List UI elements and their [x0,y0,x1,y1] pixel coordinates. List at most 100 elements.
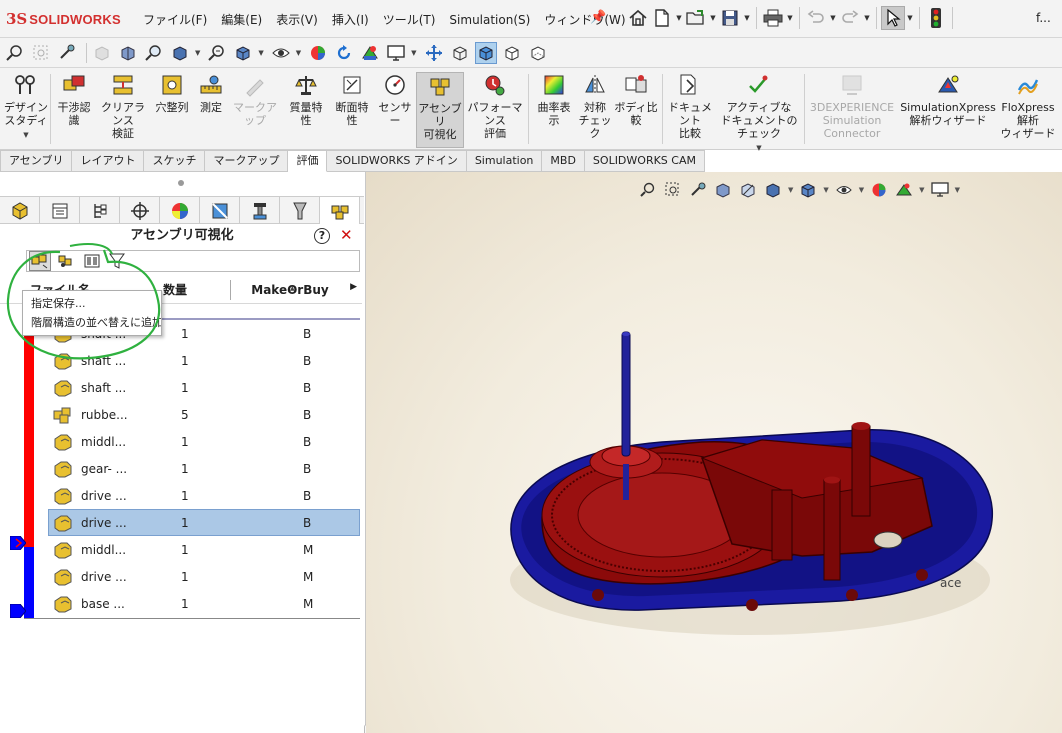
view-settings-icon[interactable] [385,42,407,64]
performance-evaluation-button[interactable]: パフォーマンス 評価 [466,72,524,148]
table-row[interactable]: middl... 1 B [48,428,360,455]
tab-evaluate[interactable]: 評価 [288,150,328,172]
nested-view-icon[interactable] [55,251,77,271]
close-icon[interactable]: ✕ [340,226,353,244]
move-icon[interactable] [423,42,445,64]
3dexperience-simulation-connector-button[interactable]: 3DEXPERIENCE Simulation Connector [806,72,898,148]
sensor-button[interactable]: センサー [376,72,414,148]
dynamic-annotation-icon[interactable] [738,180,758,200]
zoom-area-icon[interactable] [663,180,683,200]
mass-properties-button[interactable]: 質量特 性 [284,72,328,148]
graphics-area[interactable]: ▼ ▼ ▼ ▼ ▼ ace [366,172,1062,733]
parts-only-icon[interactable] [81,251,103,271]
rotate-view-icon[interactable] [333,42,355,64]
display-manager-icon[interactable] [160,197,200,224]
redo-icon[interactable] [838,6,862,30]
interference-detection-button[interactable]: 干渉認 識 [54,72,94,148]
simulationxpress-button[interactable]: SimulationXpress 解析ウィザード [900,72,996,148]
assembly-visualization-tab-icon[interactable] [320,197,360,224]
chevron-down-icon[interactable]: ▼ [905,14,915,22]
featuremanager-tree-icon[interactable] [0,197,40,224]
zoom-selection-icon[interactable] [143,42,165,64]
symmetry-check-button[interactable]: 対称 チェック [576,72,614,148]
scale-slider-handle-upper[interactable] [10,536,26,550]
chevron-down-icon[interactable]: ▼ [411,49,416,57]
gearbox-3d-model[interactable] [502,330,1002,650]
design-study-button[interactable]: デザイン スタディ ▼ [4,72,48,148]
menu-edit[interactable]: 編集(E) [214,11,269,29]
hide-show-icon[interactable] [834,180,854,200]
scene-icon[interactable] [894,180,914,200]
home-icon[interactable] [626,6,650,30]
print-icon[interactable] [761,6,785,30]
appearance-icon[interactable] [307,42,329,64]
new-document-icon[interactable] [650,6,674,30]
table-row-selected[interactable]: drive ... 1 B [48,509,360,536]
zoom-area-icon[interactable] [30,42,52,64]
wireframe-icon[interactable] [449,42,471,64]
table-row[interactable]: shaft ... 1 B [48,347,360,374]
check-active-document-button[interactable]: アクティブな ドキュメントのチェック ▼ [716,72,802,152]
display-style-icon[interactable] [798,180,818,200]
panel-grip[interactable] [178,180,184,186]
chevron-down-icon[interactable]: ▼ [674,14,684,22]
clearance-verification-button[interactable]: クリアランス 検証 [98,72,148,148]
property-manager-icon[interactable] [40,197,80,224]
open-folder-icon[interactable] [684,6,708,30]
hole-alignment-button[interactable]: 穴整列 [152,72,192,148]
shaded-icon[interactable] [474,41,497,64]
tab-mbd[interactable]: MBD [542,150,585,172]
zoom-in-out-icon[interactable] [206,42,228,64]
display-style-icon[interactable] [232,42,254,64]
chevron-down-icon[interactable]: ▼ [23,129,28,142]
compare-documents-button[interactable]: ドキュメント 比較 [666,72,714,148]
floxpress-button[interactable]: FloXpress 解析 ウィザード [998,72,1058,148]
chevron-down-icon[interactable]: ▼ [756,142,761,155]
chevron-down-icon[interactable]: ▼ [823,186,828,194]
context-menu-add-to-reorder[interactable]: 階層構造の並べ替えに追加 [23,313,161,332]
tab-simulation[interactable]: Simulation [466,150,543,172]
body-compare-button[interactable]: ボディ比 較 [614,72,658,148]
previous-view-icon[interactable] [56,42,78,64]
traffic-light-icon[interactable] [924,6,948,30]
hidden-lines-icon[interactable] [501,42,523,64]
table-row[interactable]: rubbe... 5 B [48,401,360,428]
menu-tools[interactable]: ツール(T) [376,11,443,29]
cam-feature-tree-icon[interactable] [200,197,240,224]
chevron-down-icon[interactable]: ▼ [859,186,864,194]
zoom-to-fit-icon[interactable] [4,42,26,64]
menu-window[interactable]: ウィンドウ(W) [537,11,632,29]
table-row[interactable]: middl... 1 M [48,536,360,563]
tab-solidworks-cam[interactable]: SOLIDWORKS CAM [584,150,705,172]
menu-file[interactable]: ファイル(F) [136,11,214,29]
previous-view-icon[interactable] [688,180,708,200]
cam-operation-tree-icon[interactable] [240,197,280,224]
chevron-down-icon[interactable]: ▼ [258,49,263,57]
tab-layout[interactable]: レイアウト [72,150,145,172]
zoom-to-fit-icon[interactable] [638,180,658,200]
menu-view[interactable]: 表示(V) [269,11,325,29]
tab-solidworks-addins[interactable]: SOLIDWORKS アドイン [327,150,467,172]
save-icon[interactable] [718,6,742,30]
view-orientation-icon[interactable] [763,180,783,200]
table-row[interactable]: drive ... 1 B [48,482,360,509]
filter-icon[interactable] [107,251,129,271]
pin-icon[interactable]: 📌 [590,10,606,25]
tab-sketch[interactable]: スケッチ [144,150,206,172]
help-icon[interactable]: ? [314,228,330,244]
scroll-right-icon[interactable]: ▶ [350,282,357,292]
context-menu-save-as[interactable]: 指定保存... [23,294,161,313]
undo-icon[interactable] [804,6,828,30]
chevron-down-icon[interactable]: ▼ [788,186,793,194]
solidworks-logo[interactable]: 3S SOLIDWORKS [6,9,121,29]
table-row[interactable]: gear- ... 1 B [48,455,360,482]
scale-slider-handle-lower[interactable] [10,604,26,618]
chevron-down-icon[interactable]: ▼ [785,14,795,22]
curvature-button[interactable]: 曲率表 示 [532,72,576,148]
table-row[interactable]: base ... 1 M [48,590,360,617]
assembly-visualization-button[interactable]: アセンブリ 可視化 [416,72,464,148]
hidden-lines-visible-icon[interactable] [527,42,549,64]
markup-button[interactable]: マークアップ [230,72,280,148]
cam-tool-tree-icon[interactable] [280,197,320,224]
menu-insert[interactable]: 挿入(I) [325,11,376,29]
